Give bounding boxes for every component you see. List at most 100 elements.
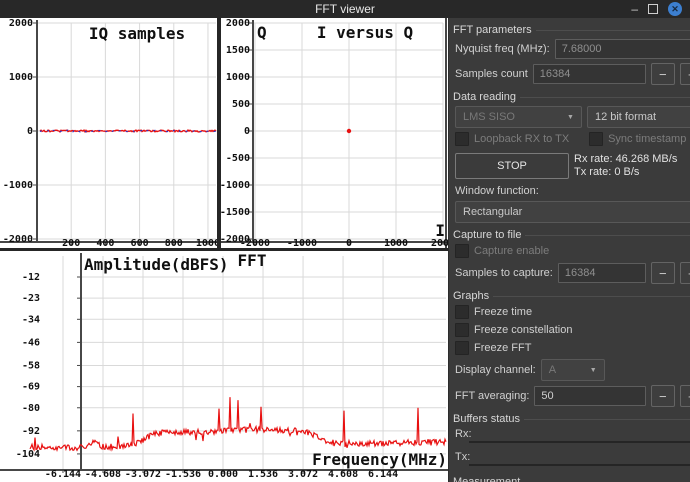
constellation-plot[interactable]: -2000-10000100020002000150010005000-500-… — [221, 18, 448, 248]
tx-buffer-label: Tx: — [455, 451, 471, 463]
sync-timestamp-checkbox[interactable] — [589, 132, 604, 146]
loopback-label: Loopback RX to TX — [474, 133, 570, 145]
x-tick-label: 1.536 — [248, 469, 278, 480]
x-axis-label: I — [435, 221, 445, 240]
plots-column: 200 400 600 800 1000 2000 1000 0 -1000 -2000 IQ sa… — [0, 18, 448, 482]
samples-to-capture-input[interactable]: 16384 — [557, 263, 646, 283]
top-plots: 200 400 600 800 1000 2000 1000 0 -1000 -2000 IQ sa… — [0, 18, 448, 248]
chevron-down-icon: ▼ — [567, 113, 574, 121]
minimize-button[interactable]: – — [631, 3, 638, 15]
x-tick-label: 400 — [96, 238, 114, 248]
window-function-label: Window function: — [455, 185, 539, 197]
display-channel-select[interactable]: A ▼ — [540, 359, 605, 381]
fft-averaging-increment-button[interactable]: + — [679, 385, 690, 407]
stop-button[interactable]: STOP — [455, 153, 569, 179]
tx-rate-text: Tx rate: 0 B/s — [574, 166, 640, 178]
device-select[interactable]: LMS SISO ▼ — [455, 106, 582, 128]
sample-format-select[interactable]: 12 bit format ▼ — [586, 106, 690, 128]
freeze-fft-checkbox[interactable] — [455, 341, 469, 355]
y-tick-label: -58 — [22, 360, 40, 371]
section-title: Data reading — [453, 91, 516, 103]
y-axis-label: Amplitude(dBFS) — [84, 255, 229, 274]
samples-count-input[interactable]: 16384 — [532, 64, 646, 84]
y-tick-label: 0 — [244, 126, 250, 137]
freeze-constellation-checkbox[interactable] — [455, 323, 469, 337]
y-tick-label: -104 — [16, 449, 40, 460]
y-tick-label: 2000 — [9, 18, 33, 29]
section-title: Graphs — [453, 290, 490, 302]
samples-to-capture-label: Samples to capture: — [455, 267, 553, 279]
window-title: FFT viewer — [315, 2, 375, 16]
display-channel-label: Display channel: — [455, 364, 536, 376]
y-tick-label: -34 — [22, 314, 40, 325]
section-title: Measurement — [453, 476, 521, 482]
y-tick-label: 1500 — [226, 45, 250, 56]
y-tick-label: 500 — [232, 99, 250, 110]
plot-title: I versus Q — [317, 23, 413, 42]
window-function-select[interactable]: Rectangular ▼ — [455, 201, 690, 223]
y-tick-label: -23 — [22, 293, 40, 304]
section-title: Capture to file — [453, 229, 522, 241]
y-tick-label: -2000 — [221, 234, 250, 245]
x-tick-label: -4.608 — [85, 469, 121, 480]
freeze-time-label: Freeze time — [474, 306, 533, 318]
x-tick-label: 200 — [62, 238, 80, 248]
x-tick-label: 1000 — [196, 238, 217, 248]
rx-buffer-label: Rx: — [455, 428, 472, 440]
close-button[interactable]: ✕ — [668, 2, 682, 16]
fft-averaging-decrement-button[interactable]: − — [650, 385, 675, 407]
section-graphs: Graphs — [453, 290, 690, 302]
freeze-fft-label: Freeze FFT — [474, 342, 532, 354]
control-panel: FFT parameters Nyquist freq (MHz): 7.680… — [448, 18, 690, 482]
plot-title: FFT — [238, 251, 267, 270]
section-title: Buffers status — [453, 413, 521, 425]
constellation-point — [346, 128, 352, 134]
capture-enable-label: Capture enable — [474, 245, 550, 257]
y-tick-label: -12 — [22, 272, 40, 283]
y-tick-label: 0 — [27, 126, 33, 137]
rx-rate-text: Rx rate: 46.268 MB/s — [574, 153, 678, 165]
section-title: FFT parameters — [453, 24, 532, 36]
iq-samples-plot[interactable]: 200 400 600 800 1000 2000 1000 0 -1000 -2000 IQ sa… — [0, 18, 217, 248]
chevron-down-icon: ▼ — [589, 366, 597, 374]
samples-count-decrement-button[interactable]: − — [650, 63, 675, 85]
y-tick-label: -69 — [22, 382, 40, 393]
sync-timestamp-label: Sync timestamp — [608, 133, 687, 145]
maximize-button[interactable] — [648, 4, 658, 14]
fft-plot[interactable]: -6.144 -4.608 -3.072 -1.536 0.000 1.536 3.072 4… — [0, 251, 448, 482]
stream-rates: Rx rate: 46.268 MB/s Tx rate: 0 B/s — [574, 153, 677, 179]
y-tick-label: -80 — [22, 403, 40, 414]
plot-title: IQ samples — [89, 24, 185, 43]
samples-count-increment-button[interactable]: + — [679, 63, 690, 85]
x-tick-label: 0 — [346, 238, 352, 248]
fft-viewer-window: FFT viewer – ✕ 200 400 600 800 1000 2000 1000 0… — [0, 0, 690, 482]
samples-to-capture-increment-button[interactable]: + — [679, 262, 690, 284]
window-buttons: – ✕ — [631, 2, 690, 16]
y-tick-label: -92 — [22, 426, 40, 437]
freeze-time-checkbox[interactable] — [455, 305, 469, 319]
samples-to-capture-decrement-button[interactable]: − — [650, 262, 675, 284]
fft-averaging-input[interactable]: 50 — [534, 386, 646, 406]
nyquist-freq-input[interactable]: 7.68000 — [554, 39, 690, 59]
y-tick-label: -1000 — [3, 180, 33, 191]
fft-averaging-label: FFT averaging: — [455, 390, 530, 402]
x-tick-label: -3.072 — [125, 469, 161, 480]
loopback-checkbox[interactable] — [455, 132, 469, 146]
y-tick-label: -1000 — [221, 180, 250, 191]
y-tick-label: 1000 — [9, 72, 33, 83]
section-data-reading: Data reading — [453, 91, 690, 103]
y-tick-label: -2000 — [3, 234, 33, 245]
x-tick-label: -1000 — [287, 238, 317, 248]
y-tick-label: -46 — [22, 337, 40, 348]
freeze-constellation-label: Freeze constellation — [474, 324, 573, 336]
x-axis-label: Frequency(MHz) — [312, 450, 447, 469]
section-capture-to-file: Capture to file — [453, 229, 690, 241]
x-tick-label: 4.608 — [328, 469, 358, 480]
y-tick-label: 1000 — [226, 72, 250, 83]
capture-enable-checkbox[interactable] — [455, 244, 469, 258]
title-bar[interactable]: FFT viewer – ✕ — [0, 0, 690, 18]
rx-buffer-progress — [469, 441, 690, 443]
x-tick-label: 3.072 — [288, 469, 318, 480]
x-tick-label: 1000 — [384, 238, 408, 248]
x-tick-label: 0.000 — [208, 469, 238, 480]
